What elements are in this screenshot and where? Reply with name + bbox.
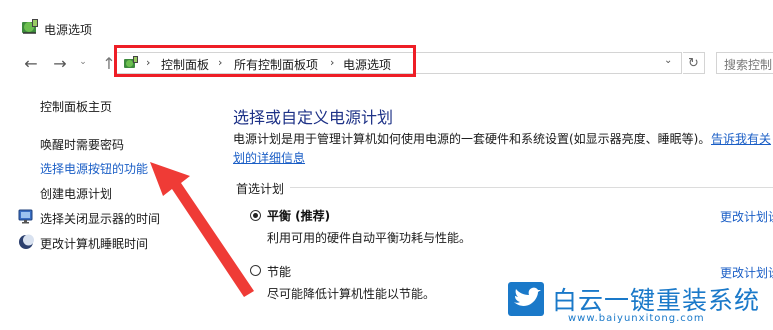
breadcrumb-separator[interactable]: › xyxy=(330,56,334,69)
window-title: 电源选项 xyxy=(44,23,93,37)
moon-icon xyxy=(19,234,34,249)
sidebar-item-require-password[interactable]: 唤醒时需要密码 xyxy=(40,136,124,153)
breadcrumb-power-options[interactable]: 电源选项 xyxy=(343,56,391,73)
change-balanced-plan-settings-link[interactable]: 更改计划设 xyxy=(720,208,773,225)
breadcrumb-all-control-panel-items[interactable]: 所有控制面板项 xyxy=(234,56,318,73)
power-saver-plan-radio[interactable] xyxy=(250,265,261,276)
forward-arrow-icon: → xyxy=(53,53,67,73)
watermark-url: www.baiyunxitong.com xyxy=(568,313,705,324)
breadcrumb-separator[interactable]: › xyxy=(146,56,150,69)
watermark-title: 白云一键重装系统 xyxy=(552,286,761,315)
section-divider xyxy=(290,187,773,188)
breadcrumb-separator[interactable]: › xyxy=(218,56,222,69)
preferred-plans-label: 首选计划 xyxy=(236,182,285,196)
chevron-down-icon: ⌄ xyxy=(79,57,87,67)
breadcrumb-control-panel[interactable]: 控制面板 xyxy=(161,56,209,73)
refresh-icon: ↻ xyxy=(688,55,699,71)
back-button[interactable]: ← xyxy=(20,52,42,74)
forward-button[interactable]: → xyxy=(49,52,71,74)
address-dropdown-icon[interactable]: ⌄ xyxy=(664,55,672,66)
power-saver-plan-description: 尽可能降低计算机性能以节能。 xyxy=(267,287,436,301)
control-panel-home-link[interactable]: 控制面板主页 xyxy=(40,98,112,115)
display-icon xyxy=(18,209,33,224)
change-power-saver-plan-settings-link[interactable]: 更改计划设 xyxy=(720,264,773,281)
search-placeholder: 搜索控制 xyxy=(724,58,773,72)
power-options-icon xyxy=(22,19,38,34)
sidebar-item-create-power-plan[interactable]: 创建电源计划 xyxy=(40,185,112,202)
sidebar-item-change-sleep-time[interactable]: 更改计算机睡眠时间 xyxy=(40,235,148,252)
power-plan-info-link-continued[interactable]: 划的详细信息 xyxy=(233,149,305,166)
control-panel-icon xyxy=(124,56,138,68)
balanced-plan-label[interactable]: 平衡 (推荐) xyxy=(267,207,330,224)
sidebar-item-power-button-function[interactable]: 选择电源按钮的功能 xyxy=(40,160,148,177)
back-arrow-icon: ← xyxy=(24,53,38,73)
page-title: 选择或自定义电源计划 xyxy=(233,108,394,127)
refresh-button[interactable]: ↻ xyxy=(683,52,705,74)
balanced-plan-description: 利用可用的硬件自动平衡功耗与性能。 xyxy=(267,231,472,245)
page-description: 电源计划是用于管理计算机如何使用电源的一套硬件和系统设置(如显示器亮度、睡眠等)… xyxy=(233,132,711,146)
power-saver-plan-label[interactable]: 节能 xyxy=(267,263,291,280)
sidebar-item-turn-off-display[interactable]: 选择关闭显示器的时间 xyxy=(40,210,160,227)
radio-selected-dot xyxy=(253,213,258,218)
power-plan-info-link[interactable]: 告诉我有关 xyxy=(711,130,771,147)
recent-locations-button[interactable]: ⌄ xyxy=(77,56,89,68)
title-bar xyxy=(0,0,773,44)
watermark-bird-logo xyxy=(508,282,544,316)
